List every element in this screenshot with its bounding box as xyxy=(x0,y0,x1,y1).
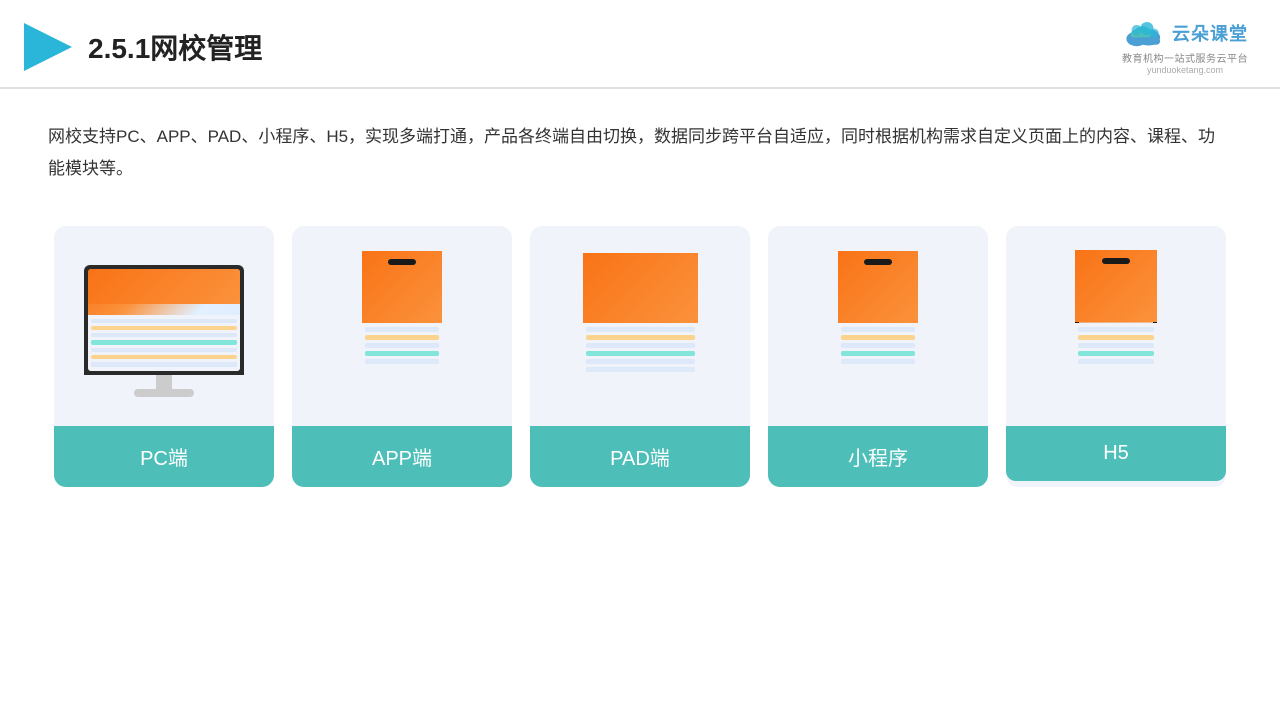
card-miniprogram-label: 小程序 xyxy=(768,426,988,487)
card-miniprogram: 小程序 xyxy=(768,226,988,487)
logo-text: 云朵课堂 xyxy=(1172,20,1248,46)
play-icon xyxy=(24,23,72,71)
logo-url: yunduoketang.com xyxy=(1147,65,1223,75)
card-h5: H5 xyxy=(1006,226,1226,487)
card-app-image xyxy=(292,226,512,426)
card-h5-label: H5 xyxy=(1006,426,1226,481)
description-text: 网校支持PC、APP、PAD、小程序、H5，实现多端打通，产品各终端自由切换，数… xyxy=(0,89,1280,206)
phone-mockup-app xyxy=(362,251,442,411)
card-pc-image xyxy=(54,226,274,426)
card-pad-label: PAD端 xyxy=(530,426,750,487)
card-app: APP端 xyxy=(292,226,512,487)
logo-cloud: 云朵课堂 xyxy=(1122,18,1248,48)
header-left: 2.5.1网校管理 xyxy=(24,23,262,71)
cards-container: PC端 xyxy=(0,206,1280,507)
card-h5-image xyxy=(1006,226,1226,426)
card-app-label: APP端 xyxy=(292,426,512,487)
page-title: 2.5.1网校管理 xyxy=(88,27,262,67)
tablet-mockup xyxy=(583,253,698,408)
cloud-icon xyxy=(1122,18,1166,48)
phone-mockup-mini xyxy=(838,251,918,411)
logo-area: 云朵课堂 教育机构一站式服务云平台 yunduoketang.com xyxy=(1122,18,1248,75)
card-pad: PAD端 xyxy=(530,226,750,487)
header: 2.5.1网校管理 云朵课堂 教育机构一站式服务云平台 yunduoketang… xyxy=(0,0,1280,89)
card-pc-label: PC端 xyxy=(54,426,274,487)
card-miniprogram-image xyxy=(768,226,988,426)
card-pc: PC端 xyxy=(54,226,274,487)
card-pad-image xyxy=(530,226,750,426)
logo-subtitle: 教育机构一站式服务云平台 xyxy=(1122,50,1248,65)
phone-mockup-h5 xyxy=(1075,250,1157,412)
monitor-mockup xyxy=(84,265,244,397)
